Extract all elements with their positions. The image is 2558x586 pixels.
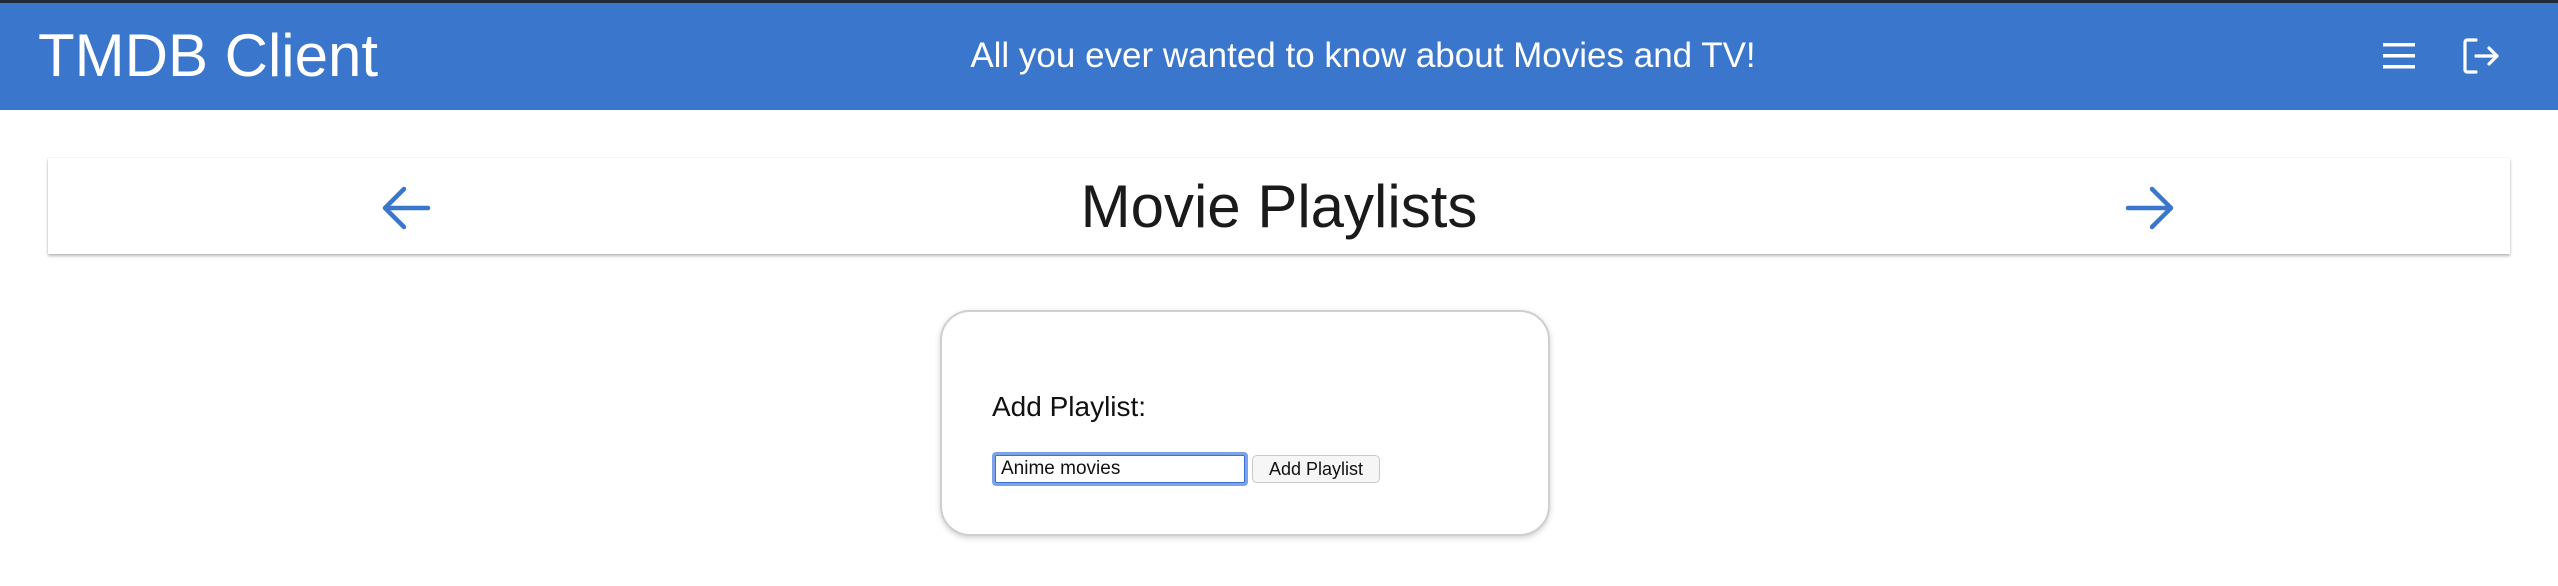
add-playlist-button[interactable]: Add Playlist — [1252, 455, 1380, 483]
app-title: TMDB Client — [38, 22, 379, 89]
playlist-name-input[interactable] — [992, 452, 1248, 486]
arrow-right-icon[interactable] — [2122, 180, 2178, 236]
logout-icon[interactable] — [2458, 33, 2504, 79]
header-tagline: All you ever wanted to know about Movies… — [970, 36, 1756, 75]
app-header: TMDB Client All you ever wanted to know … — [0, 0, 2558, 110]
playlist-navigation-bar: Movie Playlists — [48, 158, 2510, 254]
add-playlist-label: Add Playlist: — [992, 391, 1147, 422]
add-playlist-card: Add Playlist: Add Playlist — [940, 310, 1550, 536]
menu-icon[interactable] — [2376, 33, 2422, 79]
